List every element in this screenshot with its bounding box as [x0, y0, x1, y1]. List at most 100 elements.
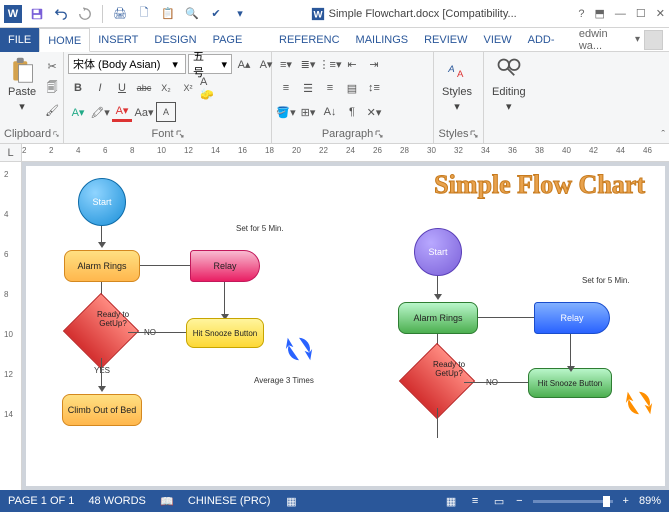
- zoom-in-icon[interactable]: +: [623, 495, 629, 507]
- paste-label: Paste: [8, 86, 36, 98]
- ruler-horizontal: L 22468101214161820222426283032343638404…: [0, 144, 669, 162]
- shape-relay: Relay: [190, 250, 260, 282]
- underline-button[interactable]: U: [112, 78, 132, 98]
- tab-home[interactable]: HOME: [39, 28, 90, 52]
- shape-alarm-r: Alarm Rings: [398, 302, 478, 334]
- doc-title-text: Simple Flowchart.docx [Compatibility...: [329, 8, 517, 20]
- qat-icon[interactable]: ✔: [207, 5, 225, 23]
- justify-icon[interactable]: ▤: [342, 78, 362, 98]
- tab-mailings[interactable]: MAILINGS: [348, 28, 417, 52]
- minimize-icon[interactable]: —: [615, 8, 626, 20]
- tab-pagelayout[interactable]: PAGE LAY: [205, 28, 271, 52]
- svg-text:W: W: [313, 9, 323, 20]
- zoom-level[interactable]: 89%: [639, 495, 661, 507]
- highlight-icon[interactable]: 🖍▾: [90, 102, 110, 122]
- shape-relay-r: Relay: [534, 302, 610, 334]
- statusbar: PAGE 1 OF 1 48 WORDS 📖 CHINESE (PRC) ▦ ▦…: [0, 490, 669, 512]
- zoom-slider[interactable]: [533, 500, 613, 503]
- cycle-arrows-icon: [284, 334, 314, 367]
- collapse-ribbon-icon[interactable]: ˆ: [661, 129, 665, 141]
- cut-icon[interactable]: ✂: [42, 56, 62, 76]
- format-painter-icon[interactable]: 🖌: [42, 100, 62, 120]
- italic-button[interactable]: I: [90, 78, 110, 98]
- font-size-select[interactable]: 五号▾: [188, 54, 232, 74]
- editing-button[interactable]: Editing▾: [488, 54, 530, 115]
- cycle-arrows-icon: [624, 388, 654, 421]
- tab-insert[interactable]: INSERT: [90, 28, 146, 52]
- svg-text:A: A: [447, 64, 454, 75]
- shape-alarm: Alarm Rings: [64, 250, 140, 282]
- redo-icon[interactable]: [76, 5, 94, 23]
- superscript-button[interactable]: X²: [178, 78, 198, 98]
- tab-view[interactable]: VIEW: [476, 28, 520, 52]
- maximize-icon[interactable]: ☐: [636, 7, 646, 20]
- editing-label: Editing: [492, 86, 526, 98]
- qat-icon[interactable]: 🔍: [183, 5, 201, 23]
- show-marks-icon[interactable]: ¶: [342, 102, 362, 122]
- asian-layout-icon[interactable]: ✕▾: [364, 102, 384, 122]
- user-area[interactable]: edwin wa... ▾: [579, 28, 669, 52]
- change-case-icon[interactable]: Aa▾: [134, 102, 154, 122]
- help-icon[interactable]: ?: [578, 8, 584, 20]
- document-page[interactable]: Simple Flow Chart Start Alarm Rings Rela…: [26, 166, 665, 486]
- web-layout-icon[interactable]: ▭: [492, 494, 506, 508]
- align-center-icon[interactable]: ☰: [298, 78, 318, 98]
- decrease-indent-icon[interactable]: ⇤: [342, 54, 362, 74]
- shape-hit: Hit Snooze Button: [186, 318, 264, 348]
- styles-label: Styles: [442, 86, 472, 98]
- zoom-out-icon[interactable]: −: [516, 495, 522, 507]
- svg-text:A: A: [457, 69, 464, 80]
- language-indicator[interactable]: CHINESE (PRC): [188, 495, 271, 507]
- qat-icon[interactable]: 📋: [159, 5, 177, 23]
- tab-references[interactable]: REFERENC: [271, 28, 348, 52]
- sort-icon[interactable]: A↓: [320, 102, 340, 122]
- grow-font-icon[interactable]: A▴: [234, 54, 254, 74]
- align-right-icon[interactable]: ≡: [320, 78, 340, 98]
- save-icon[interactable]: [28, 5, 46, 23]
- bullets-icon[interactable]: ≡▾: [276, 54, 296, 74]
- tab-file[interactable]: FILE: [0, 28, 39, 52]
- qat-icon[interactable]: 🖨: [111, 5, 129, 23]
- paragraph-group-label: Paragraph: [276, 127, 429, 141]
- ribbon-display-icon[interactable]: ⬒: [595, 7, 605, 20]
- char-border-icon[interactable]: A: [156, 102, 176, 122]
- qat-icon[interactable]: 🗋: [135, 5, 153, 23]
- read-mode-icon[interactable]: ▦: [444, 494, 458, 508]
- numbering-icon[interactable]: ≣▾: [298, 54, 318, 74]
- print-layout-icon[interactable]: ≡: [468, 494, 482, 508]
- shape-decision: Ready to GetUp?: [74, 304, 128, 358]
- page-indicator[interactable]: PAGE 1 OF 1: [8, 495, 74, 507]
- font-name-select[interactable]: 宋体 (Body Asian)▾: [68, 54, 186, 74]
- shading-icon[interactable]: 🪣▾: [276, 102, 296, 122]
- paste-button[interactable]: Paste▾: [4, 54, 40, 115]
- shape-climb: Climb Out of Bed: [62, 394, 142, 426]
- clear-format-icon[interactable]: A🧽: [200, 78, 220, 98]
- align-left-icon[interactable]: ≡: [276, 78, 296, 98]
- macro-icon[interactable]: ▦: [284, 494, 298, 508]
- word-app-icon: W: [4, 5, 22, 23]
- spellcheck-icon[interactable]: 📖: [160, 494, 174, 508]
- font-color-icon[interactable]: A▾: [112, 102, 132, 122]
- strike-button[interactable]: abc: [134, 78, 154, 98]
- styles-button[interactable]: AAStyles▾: [438, 54, 476, 115]
- clipboard-group-label: Clipboard: [4, 127, 59, 141]
- subscript-button[interactable]: X₂: [156, 78, 176, 98]
- tab-addins[interactable]: ADD-INS: [520, 28, 579, 52]
- qat-dropdown-icon[interactable]: ▾: [231, 5, 249, 23]
- ribbon-tabs: FILE HOME INSERT DESIGN PAGE LAY REFEREN…: [0, 28, 669, 52]
- ruler-corner: L: [0, 144, 22, 161]
- close-icon[interactable]: ✕: [656, 7, 665, 20]
- word-count[interactable]: 48 WORDS: [88, 495, 145, 507]
- shape-hit-r: Hit Snooze Button: [528, 368, 612, 398]
- undo-icon[interactable]: [52, 5, 70, 23]
- label-set-r: Set for 5 Min.: [582, 276, 630, 285]
- borders-icon[interactable]: ⊞▾: [298, 102, 318, 122]
- copy-icon[interactable]: 🗐: [42, 78, 62, 98]
- label-yes: YES: [94, 366, 110, 375]
- tab-review[interactable]: REVIEW: [416, 28, 475, 52]
- line-spacing-icon[interactable]: ↕≡: [364, 78, 384, 98]
- increase-indent-icon[interactable]: ⇥: [364, 54, 384, 74]
- multilevel-icon[interactable]: ⋮≡▾: [320, 54, 340, 74]
- bold-button[interactable]: B: [68, 78, 88, 98]
- text-effects-icon[interactable]: A▾: [68, 102, 88, 122]
